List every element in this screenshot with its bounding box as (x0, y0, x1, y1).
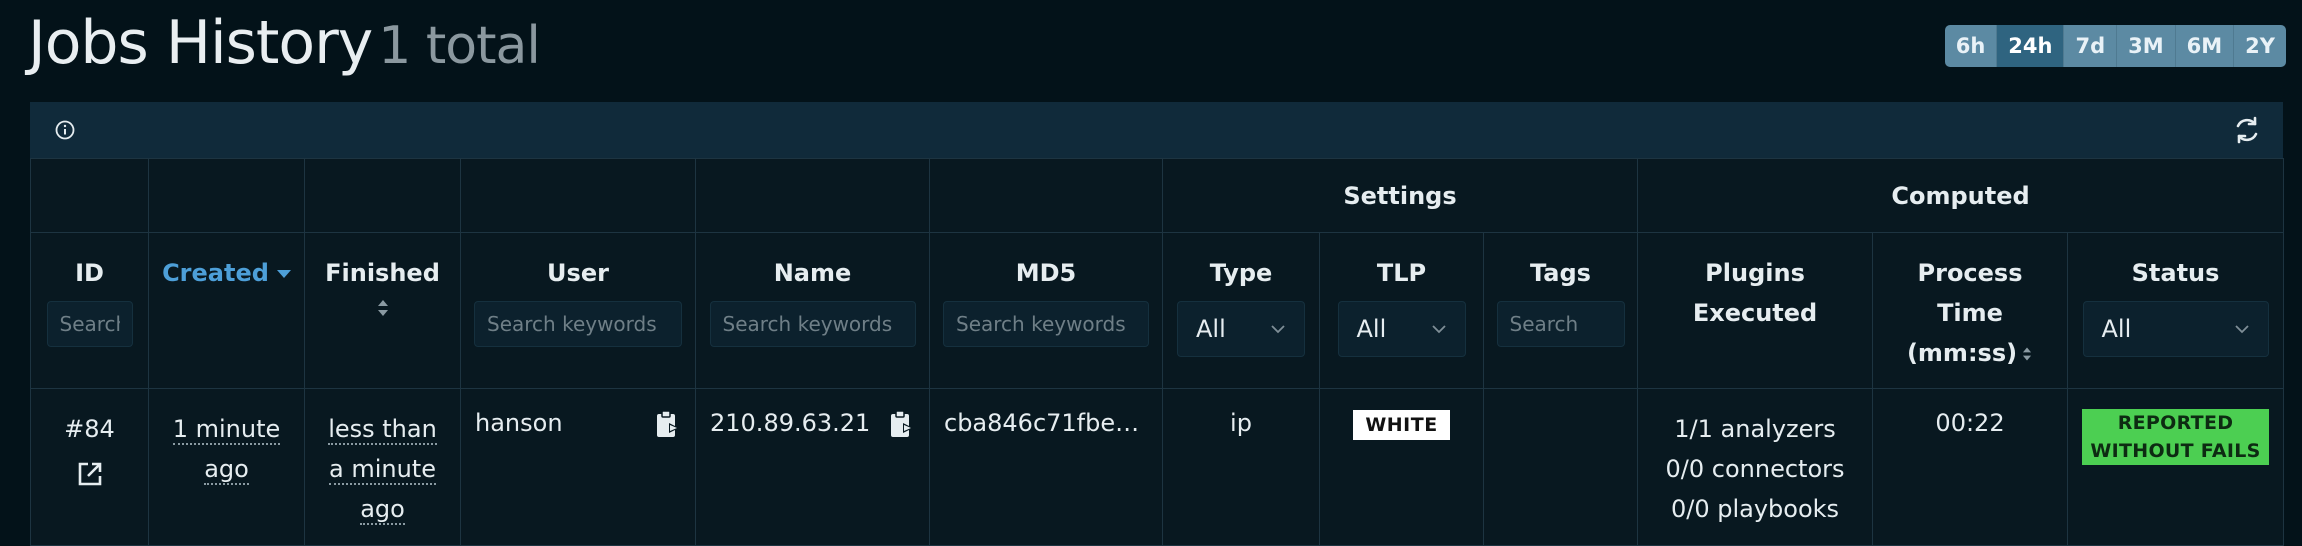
id-search-input[interactable] (46, 301, 133, 347)
table-column-header: ID Created Finished User Name MD5 (30, 232, 2285, 389)
cell-status: REPORTED WITHOUT FAILS (2067, 388, 2285, 546)
name-search-input[interactable] (709, 301, 916, 347)
external-link-icon[interactable] (75, 459, 105, 489)
cell-tags (1482, 388, 1639, 546)
cell-tlp: WHITE (1319, 388, 1484, 546)
user-search-input[interactable] (474, 301, 682, 347)
md5-value: cba846c71fbe16c... (944, 409, 1162, 437)
column-id: ID (30, 232, 149, 389)
column-user: User (460, 232, 696, 389)
jobs-table-card: Settings Computed ID Created Finished Us… (30, 102, 2285, 546)
type-filter-select[interactable]: All (1177, 301, 1305, 357)
clipboard-copy-icon[interactable] (889, 409, 915, 439)
job-count: 1 total (378, 16, 541, 76)
column-created[interactable]: Created (148, 232, 305, 389)
column-process-label-3: (mm:ss) (1906, 339, 2018, 367)
finished-time-line-1: less than (328, 415, 437, 445)
page-title-text: Jobs History (28, 8, 373, 78)
cell-created: 1 minute ago (148, 388, 305, 546)
column-plugins-label-1: Plugins (1705, 259, 1805, 287)
column-tlp: TLP All (1319, 232, 1484, 389)
finished-time-line-2: a minute (329, 455, 436, 485)
column-id-label: ID (75, 259, 104, 287)
column-plugins-label-2: Executed (1692, 299, 1818, 327)
column-type-label: Type (1209, 259, 1273, 287)
range-6h-button[interactable]: 6h (1944, 25, 1998, 67)
name-value: 210.89.63.21 (710, 409, 871, 437)
time-range-selector: 6h 24h 7d 3M 6M 2Y (1944, 25, 2286, 67)
type-filter-value: All (1196, 315, 1226, 343)
column-type: Type All (1162, 232, 1320, 389)
column-finished-label: Finished (325, 259, 440, 287)
computed-group-header: Computed (1637, 158, 2285, 233)
column-finished[interactable]: Finished (304, 232, 461, 389)
status-filter-value: All (2101, 315, 2132, 343)
range-7d-button[interactable]: 7d (2064, 25, 2118, 67)
column-process-time[interactable]: Process Time (mm:ss) (1872, 232, 2069, 389)
column-tags: Tags (1482, 232, 1639, 389)
range-24h-button[interactable]: 24h (1997, 25, 2065, 67)
cell-md5: cba846c71fbe16c... (929, 388, 1163, 546)
tlp-filter-value: All (1356, 315, 1387, 343)
table-group-header: Settings Computed (30, 158, 2285, 233)
column-process-label-1: Process (1917, 259, 2023, 287)
created-time-line-2: ago (204, 455, 249, 485)
cell-finished: less than a minute ago (304, 388, 461, 546)
column-status-label: Status (2131, 259, 2220, 287)
column-process-label-2: Time (1937, 299, 2003, 327)
column-created-label: Created (162, 259, 269, 287)
finished-time-line-3: ago (360, 495, 405, 525)
column-name-label: Name (773, 259, 852, 287)
tlp-filter-select[interactable]: All (1337, 301, 1466, 357)
md5-search-input[interactable] (943, 301, 1149, 347)
job-id: #84 (64, 415, 115, 443)
range-6m-button[interactable]: 6M (2175, 25, 2235, 67)
connectors-count: 0/0 connectors (1665, 455, 1845, 483)
cell-name: 210.89.63.21 (695, 388, 930, 546)
sort-icon[interactable] (2021, 345, 2033, 363)
column-plugins-executed: Plugins Executed (1637, 232, 1874, 389)
status-badge: REPORTED WITHOUT FAILS (2082, 409, 2270, 465)
created-time-line-1: 1 minute (172, 415, 281, 445)
tags-search-input[interactable] (1496, 301, 1625, 347)
page-title: Jobs History 1 total (28, 8, 541, 78)
settings-group-header: Settings (1161, 158, 1639, 233)
sort-descending-icon (276, 270, 291, 278)
chevron-down-icon (1271, 325, 1285, 334)
cell-plugins: 1/1 analyzers 0/0 connectors 0/0 playboo… (1637, 388, 1874, 546)
analyzers-count: 1/1 analyzers (1674, 415, 1836, 443)
jobs-table: Settings Computed ID Created Finished Us… (30, 158, 2285, 546)
table-toolbar (30, 102, 2283, 158)
column-tags-label: Tags (1530, 259, 1591, 287)
column-tlp-label: TLP (1376, 259, 1427, 287)
refresh-icon[interactable] (2231, 114, 2263, 146)
user-value: hanson (475, 409, 563, 437)
chevron-down-icon (2234, 325, 2249, 334)
tlp-badge: WHITE (1353, 410, 1450, 440)
column-user-label: User (547, 259, 609, 287)
sort-icon[interactable] (376, 297, 390, 319)
playbooks-count: 0/0 playbooks (1670, 495, 1840, 523)
column-md5: MD5 (929, 232, 1163, 389)
process-time-value: 00:22 (1935, 409, 2005, 437)
range-2y-button[interactable]: 2Y (2234, 25, 2286, 67)
chevron-down-icon (1431, 325, 1446, 334)
range-3m-button[interactable]: 3M (2117, 25, 2176, 67)
table-row[interactable]: #84 1 minute ago less than a minute ago … (30, 388, 2285, 546)
cell-type: ip (1162, 388, 1320, 546)
column-status: Status All (2067, 232, 2285, 389)
status-filter-select[interactable]: All (2082, 301, 2269, 357)
cell-user: hanson (460, 388, 696, 546)
clipboard-copy-icon[interactable] (655, 409, 681, 439)
column-md5-label: MD5 (1015, 259, 1077, 287)
type-value: ip (1230, 409, 1252, 437)
cell-process-time: 00:22 (1872, 388, 2069, 546)
info-icon[interactable] (54, 119, 76, 141)
column-name: Name (695, 232, 930, 389)
cell-id: #84 (30, 388, 149, 546)
